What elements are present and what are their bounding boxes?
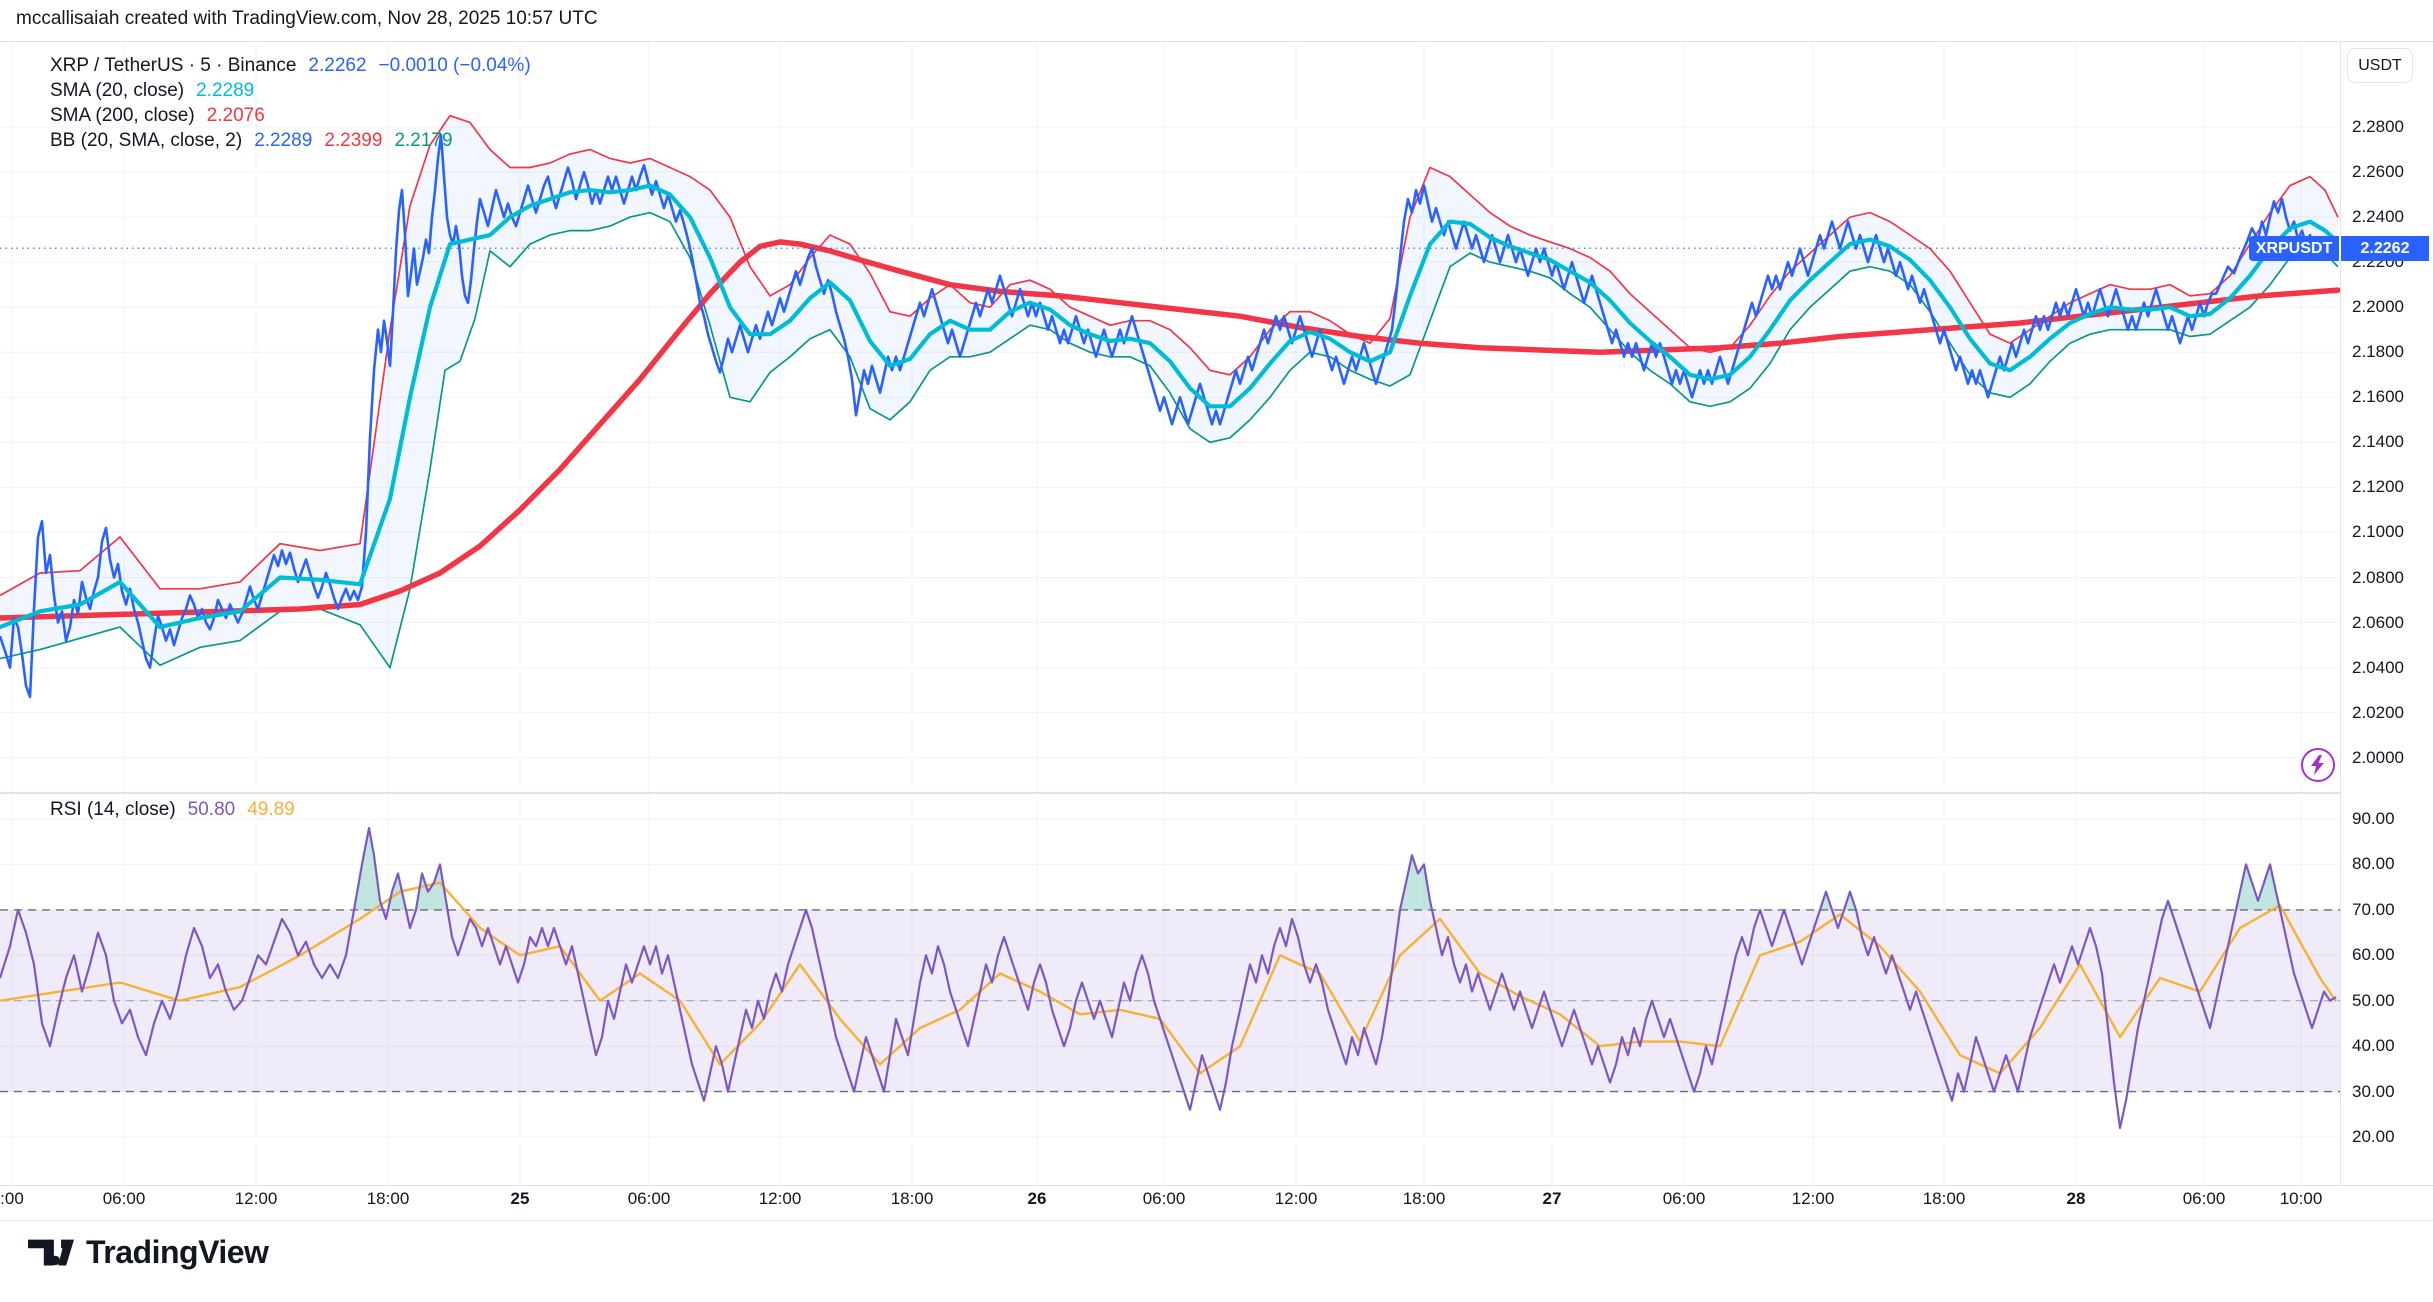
time-tick-label: 06:00 (1663, 1189, 1706, 1209)
symbol-row[interactable]: XRP / TetherUS · 5 · Binance 2.2262 −0.001… (50, 53, 531, 78)
time-tick-label: 18:00 (891, 1189, 934, 1209)
rsi-ma-value: 49.89 (247, 799, 295, 820)
time-tick-label: 06:00 (2183, 1189, 2226, 1209)
time-tick-label: 06:00 (103, 1189, 146, 1209)
time-tick-label: 12:00 (1792, 1189, 1835, 1209)
price-tick-label: 2.2800 (2352, 117, 2404, 137)
price-tick-label: 2.1600 (2352, 387, 2404, 407)
main-legend: XRP / TetherUS · 5 · Binance 2.2262 −0.001… (50, 53, 531, 153)
rsi-value: 50.80 (188, 799, 236, 820)
rsi-legend[interactable]: RSI (14, close) 50.80 49.89 (50, 799, 295, 821)
sma20-label[interactable]: SMA (20, close) (50, 80, 184, 101)
time-tick-label: 12:00 (1275, 1189, 1318, 1209)
price-axis-border (2340, 41, 2341, 1185)
price-change: −0.0010 (−0.04%) (379, 55, 531, 76)
current-price-tag: XRPUSDT 2.2262 (2249, 236, 2429, 261)
tradingview-logo-text: TradingView (86, 1234, 268, 1271)
rsi-tick-label: 60.00 (2352, 945, 2395, 965)
sma200-value: 2.2076 (207, 105, 265, 126)
lightning-icon (2308, 754, 2328, 776)
bb-lower-value: 2.2179 (394, 130, 452, 151)
rsi-tick-label: 30.00 (2352, 1082, 2395, 1102)
price-tick-label: 2.0600 (2352, 613, 2404, 633)
bb-row[interactable]: BB (20, SMA, close, 2) 2.2289 2.2399 2.2179 (50, 128, 531, 153)
instant-order-button[interactable] (2301, 748, 2335, 782)
price-tick-label: 2.0800 (2352, 568, 2404, 588)
footer-brand[interactable]: TradingView (28, 1234, 268, 1271)
price-tick-label: 2.1000 (2352, 522, 2404, 542)
time-axis-border (0, 1185, 2433, 1186)
price-tick-label: 2.2000 (2352, 297, 2404, 317)
rsi-pane[interactable] (0, 795, 2340, 1185)
time-tick-label: 27 (1543, 1189, 1562, 1209)
price-pane[interactable] (0, 42, 2340, 792)
rsi-label[interactable]: RSI (14, close) (50, 799, 176, 820)
time-tick-label: 18:00 (1923, 1189, 1966, 1209)
time-tick-label: 25 (511, 1189, 530, 1209)
tradingview-logo-icon (28, 1236, 74, 1269)
price-tick-label: 2.1800 (2352, 342, 2404, 362)
rsi-tick-label: 90.00 (2352, 809, 2395, 829)
time-tick-label: 06:00 (628, 1189, 671, 1209)
pane-separator[interactable] (0, 792, 2340, 794)
price-tick-label: 2.1200 (2352, 477, 2404, 497)
sma200-row[interactable]: SMA (200, close) 2.2076 (50, 103, 531, 128)
price-tick-label: 2.2400 (2352, 207, 2404, 227)
time-tick-label: 28 (2067, 1189, 2086, 1209)
price-tick-label: 2.2600 (2352, 162, 2404, 182)
sma20-value: 2.2289 (196, 80, 254, 101)
time-tick-label: :00 (0, 1189, 24, 1209)
tradingview-screenshot: mccallisaiah created with TradingView.co… (0, 0, 2433, 1302)
price-tick-label: 2.1400 (2352, 432, 2404, 452)
chart-bottom-border (0, 1220, 2433, 1221)
price-tick-label: 2.0200 (2352, 703, 2404, 723)
currency-button[interactable]: USDT (2347, 48, 2413, 83)
time-tick-label: 12:00 (235, 1189, 278, 1209)
rsi-tick-label: 70.00 (2352, 900, 2395, 920)
time-tick-label: 26 (1028, 1189, 1047, 1209)
last-price: 2.2262 (308, 55, 366, 76)
symbol-title[interactable]: XRP / TetherUS · 5 · Binance (50, 55, 296, 76)
price-tag-value: 2.2262 (2341, 236, 2429, 261)
time-tick-label: 06:00 (1143, 1189, 1186, 1209)
time-tick-label: 10:00 (2280, 1189, 2323, 1209)
rsi-tick-label: 80.00 (2352, 854, 2395, 874)
price-tick-label: 2.0400 (2352, 658, 2404, 678)
rsi-tick-label: 50.00 (2352, 991, 2395, 1011)
watermark-title: mccallisaiah created with TradingView.co… (16, 8, 598, 30)
price-tick-label: 2.0000 (2352, 748, 2404, 768)
rsi-tick-label: 20.00 (2352, 1127, 2395, 1147)
bb-label[interactable]: BB (20, SMA, close, 2) (50, 130, 242, 151)
time-tick-label: 18:00 (1403, 1189, 1446, 1209)
sma200-label[interactable]: SMA (200, close) (50, 105, 195, 126)
bb-basis-value: 2.2289 (254, 130, 312, 151)
bb-upper-value: 2.2399 (324, 130, 382, 151)
time-tick-label: 12:00 (759, 1189, 802, 1209)
sma20-row[interactable]: SMA (20, close) 2.2289 (50, 78, 531, 103)
time-tick-label: 18:00 (367, 1189, 410, 1209)
rsi-tick-label: 40.00 (2352, 1036, 2395, 1056)
price-tag-symbol: XRPUSDT (2249, 236, 2339, 261)
